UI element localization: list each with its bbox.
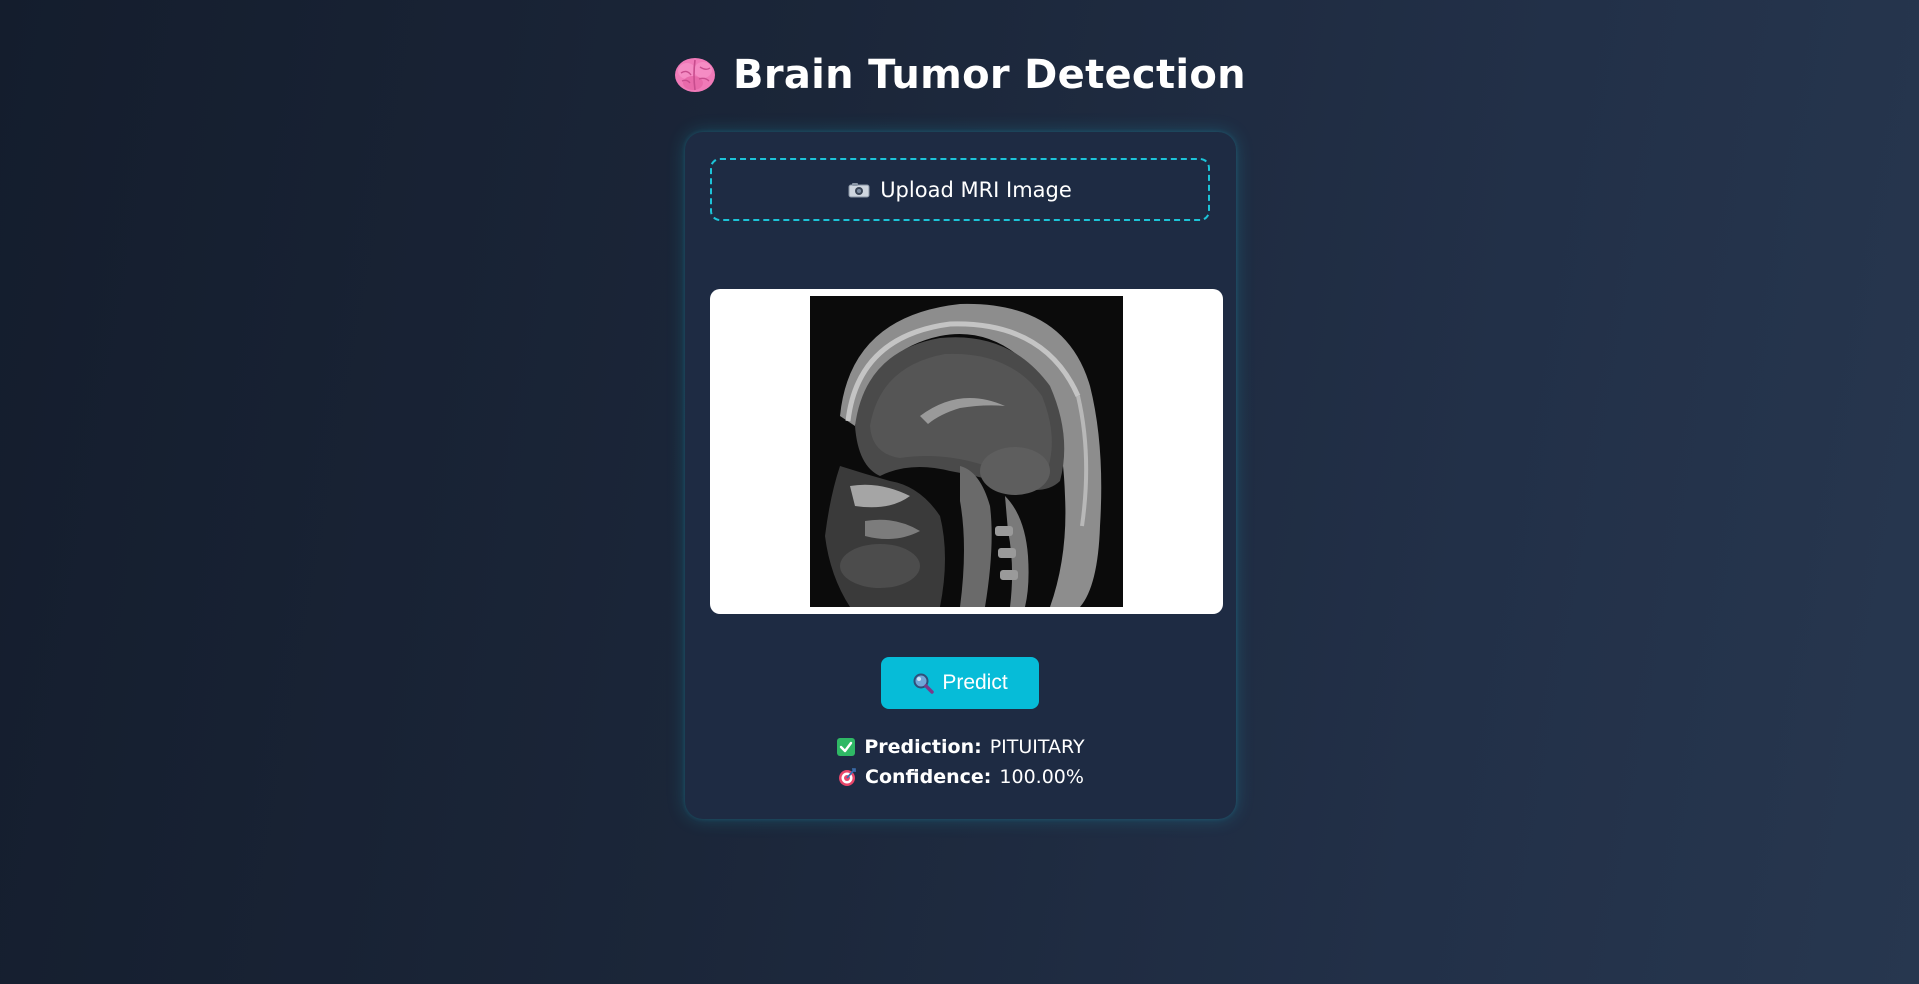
target-icon [839, 768, 856, 786]
upload-mri-button[interactable]: Upload MRI Image [710, 158, 1210, 221]
prediction-label: Prediction: [864, 736, 982, 758]
upload-label: Upload MRI Image [880, 177, 1072, 202]
confidence-value: 100.00% [999, 766, 1084, 788]
predict-label: Predict [942, 671, 1008, 694]
prediction-result: Prediction: PITUITARY [685, 736, 1236, 758]
image-preview [710, 289, 1223, 614]
confidence-label: Confidence: [865, 766, 992, 788]
page-header: Brain Tumor Detection [0, 52, 1919, 98]
page-title: Brain Tumor Detection [733, 52, 1246, 98]
check-icon [837, 738, 856, 756]
app-page: Brain Tumor Detection Upload MRI Image P… [0, 0, 1919, 984]
mri-image [810, 296, 1123, 607]
prediction-value: PITUITARY [989, 736, 1085, 758]
detection-card: Upload MRI Image Predict Prediction: PIT… [685, 132, 1236, 819]
camera-icon [848, 182, 870, 197]
brain-icon [675, 58, 716, 92]
magnifier-icon [913, 673, 935, 694]
confidence-result: Confidence: 100.00% [685, 766, 1236, 788]
predict-button[interactable]: Predict [881, 657, 1039, 709]
